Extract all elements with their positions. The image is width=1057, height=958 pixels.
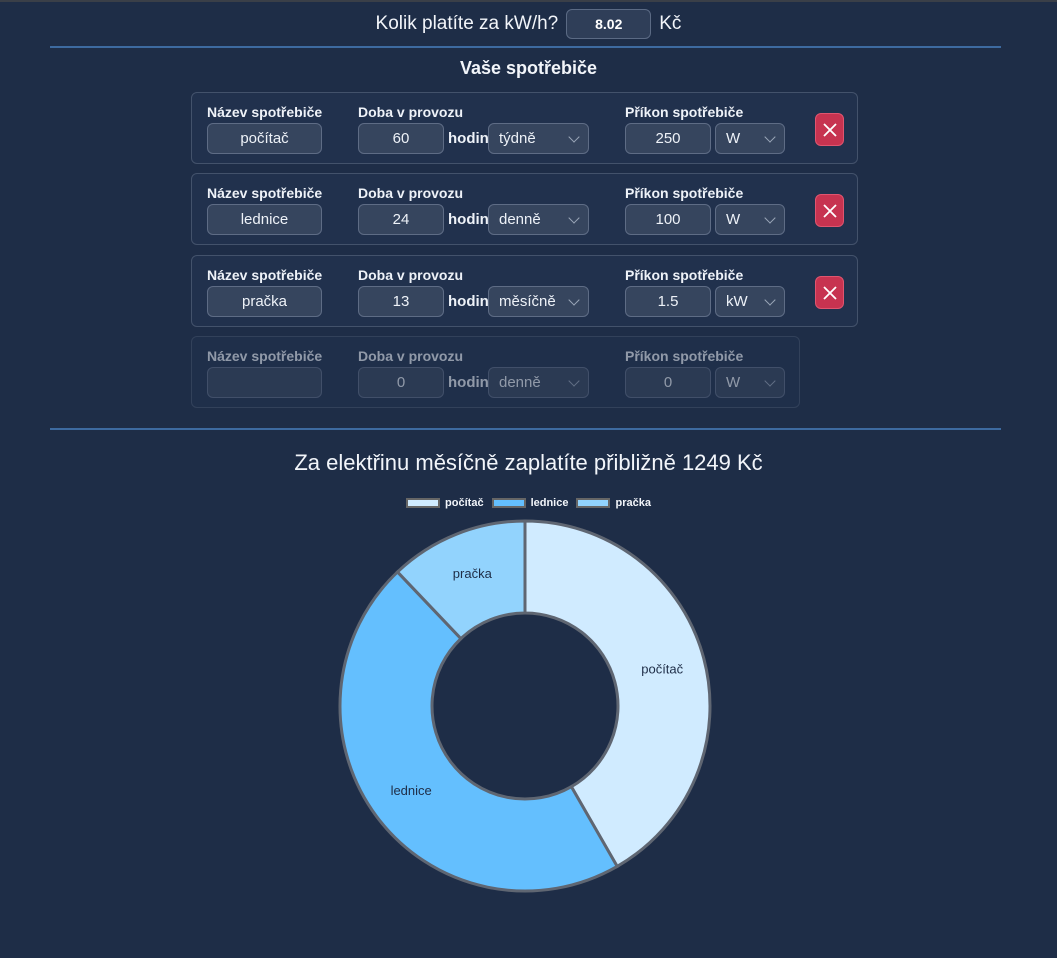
donut-chart: počítač lednice pračka (338, 519, 712, 893)
slice-label: počítač (641, 661, 683, 676)
slice-label: lednice (391, 783, 432, 798)
slice-label: pračka (453, 566, 493, 581)
